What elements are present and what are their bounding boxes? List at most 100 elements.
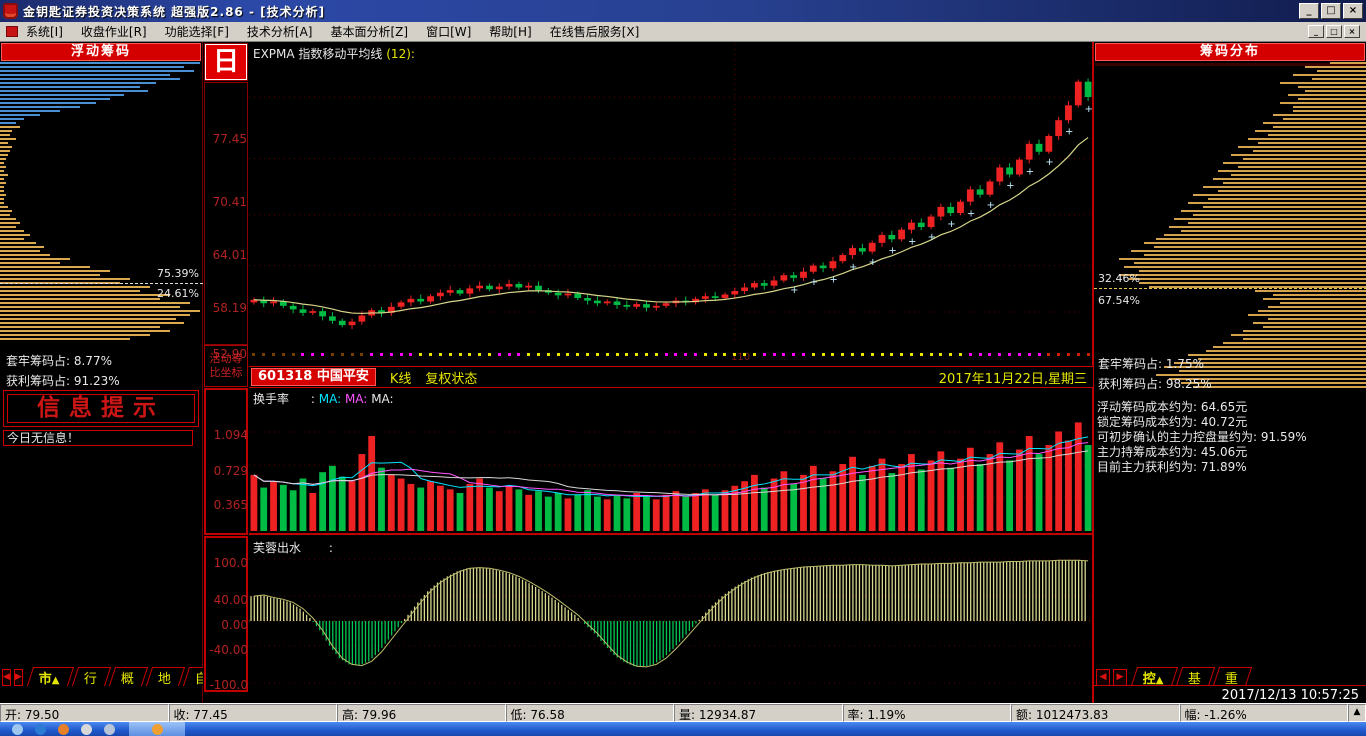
tab-region[interactable]: 地: [146, 667, 185, 686]
chip-bar: [1280, 102, 1366, 104]
chip-bar: [0, 102, 96, 104]
tab-concept[interactable]: 概: [108, 667, 147, 686]
candle-body: [417, 299, 424, 302]
taskbar-icon[interactable]: [104, 724, 115, 735]
candle-body: [771, 280, 778, 285]
chip-bar: [0, 250, 40, 252]
chip-bar: [0, 334, 150, 336]
tab-weight[interactable]: 重: [1213, 667, 1252, 686]
chip-bar: [1238, 166, 1366, 168]
volume-bar: [918, 469, 925, 531]
candle-body: [574, 294, 581, 298]
close-button[interactable]: ×: [1343, 3, 1363, 19]
tab-fundamental[interactable]: 基: [1176, 667, 1215, 686]
volume-bar: [673, 491, 680, 531]
signal-dot: [714, 353, 717, 356]
chip-bar: [1193, 194, 1366, 196]
right-tabs-scroll-right[interactable]: ▶: [1113, 669, 1127, 686]
restore-button[interactable]: □: [1321, 3, 1341, 19]
menu-fundamental-analysis[interactable]: 基本面分析[Z]: [330, 23, 408, 40]
taskbar-icon[interactable]: [12, 724, 23, 735]
chip-bar: [1223, 182, 1366, 184]
chip-bar: [0, 114, 40, 116]
chip-bar: [1154, 246, 1366, 248]
volume-bar: [388, 475, 395, 531]
tab-industry[interactable]: 行: [71, 667, 110, 686]
stock-code-name[interactable]: 601318 中国平安: [251, 368, 376, 386]
chip-bar: [0, 86, 140, 88]
chip-bar: [1330, 62, 1366, 64]
expma-line: [254, 138, 1088, 314]
candlestick-chart[interactable]: ++++++++++++++++: [249, 44, 1093, 345]
menu-help[interactable]: 帮助[H]: [489, 23, 531, 40]
chip-bar: [1248, 138, 1366, 140]
chip-bar: [1312, 78, 1366, 80]
menu-function-select[interactable]: 功能选择[F]: [165, 23, 229, 40]
taskbar-icon[interactable]: [58, 724, 69, 735]
left-below-percent: 24.61%: [157, 287, 199, 300]
volume-bar: [349, 481, 356, 531]
menu-technical-analysis[interactable]: 技术分析[A]: [247, 23, 313, 40]
child-close-button[interactable]: ×: [1344, 25, 1360, 38]
status-expand-arrow[interactable]: ▲: [1348, 704, 1366, 722]
oscillator-panel: 芙蓉出水 :: [249, 537, 1093, 700]
status-close: 收: 77.45: [169, 704, 338, 722]
signal-dot: [586, 353, 589, 356]
period-day-badge[interactable]: 日: [205, 44, 247, 80]
menu-online-service[interactable]: 在线售后服务[X]: [550, 23, 640, 40]
oscillator-chart[interactable]: [249, 537, 1093, 700]
left-tabs-scroll-right[interactable]: ▶: [14, 669, 23, 686]
signal-dot: [694, 353, 697, 356]
volume-bar: [751, 475, 758, 531]
volume-bar: [555, 493, 562, 531]
menu-window[interactable]: 窗口[W]: [426, 23, 471, 40]
volume-tick: 0.365: [206, 498, 248, 512]
signal-dot: [596, 353, 599, 356]
volume-bar: [977, 464, 984, 531]
menu-system[interactable]: 系统[I]: [26, 23, 63, 40]
candle-body: [466, 288, 473, 293]
chip-bar: [1223, 162, 1366, 164]
candle-body: [594, 301, 601, 304]
chip-bar: [1181, 210, 1366, 212]
volume-bar: [447, 489, 454, 531]
signal-dot: [684, 353, 687, 356]
left-tabs-scroll-left[interactable]: ◀: [2, 669, 11, 686]
chip-bar: [1174, 218, 1366, 220]
volume-bar: [427, 481, 434, 531]
info-prompt-box: 信息提示: [3, 390, 199, 427]
signal-dot: [949, 353, 952, 356]
taskbar-icon[interactable]: [81, 724, 92, 735]
volume-bar: [260, 488, 267, 531]
chip-bar: [1213, 178, 1366, 180]
volume-bar: [839, 464, 846, 531]
fq-status-label[interactable]: 复权状态: [425, 368, 477, 387]
signal-dot: [272, 353, 275, 356]
menu-bar: 系统[I] 收盘作业[R] 功能选择[F] 技术分析[A] 基本面分析[Z] 窗…: [0, 22, 1366, 42]
chip-bar: [1293, 110, 1366, 112]
child-restore-button[interactable]: □: [1326, 25, 1342, 38]
volume-chart[interactable]: [249, 388, 1093, 533]
chip-bar: [0, 70, 194, 72]
tab-control[interactable]: 控▲: [1131, 667, 1178, 686]
minimize-button[interactable]: _: [1299, 3, 1319, 19]
candle-body: [555, 293, 562, 296]
chip-bar: [0, 290, 140, 292]
signal-dot: [881, 353, 884, 356]
volume-bar: [525, 495, 532, 531]
ma2-label: MA:: [345, 392, 367, 406]
tab-market[interactable]: 市▲: [27, 667, 74, 686]
chip-bar: [0, 258, 70, 260]
volume-bar: [378, 468, 385, 531]
child-minimize-button[interactable]: _: [1308, 25, 1324, 38]
taskbar-active-item[interactable]: [129, 722, 185, 736]
menu-closing-work[interactable]: 收盘作业[R]: [81, 23, 147, 40]
scale-mode-label[interactable]: 活动等 比坐标: [204, 345, 248, 387]
chip-bar: [1203, 186, 1366, 188]
chip-bar: [1243, 158, 1366, 160]
left-profit-chips: 获利筹码占: 91.23%: [6, 372, 120, 389]
chip-bar: [0, 254, 50, 256]
taskbar-icon[interactable]: [35, 724, 46, 735]
kline-label[interactable]: K线: [390, 368, 412, 387]
right-tabs-scroll-left[interactable]: ◀: [1096, 669, 1110, 686]
